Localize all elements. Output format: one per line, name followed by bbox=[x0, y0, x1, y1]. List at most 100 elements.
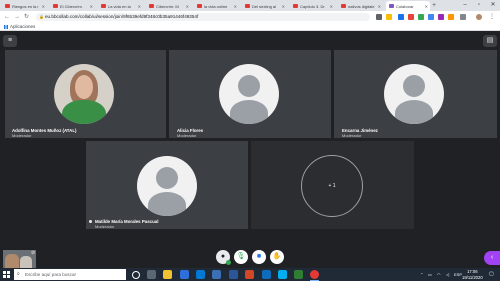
participant-role: Moderador bbox=[177, 133, 197, 138]
browser-tab-bar: Riesgos en la r ✕ El Cibercrim ✕ La vida… bbox=[0, 0, 500, 11]
volume-icon[interactable]: ◁ bbox=[446, 268, 449, 281]
extension-icon[interactable] bbox=[448, 14, 454, 20]
extension-icon[interactable] bbox=[418, 14, 424, 20]
task-view-icon[interactable] bbox=[147, 270, 156, 279]
tab-title: Del sexting al bbox=[252, 3, 277, 9]
back-icon[interactable]: ← bbox=[4, 13, 10, 21]
tab-title: Cibercrim: M bbox=[156, 3, 179, 9]
bookmark-apps[interactable]: Aplicaciones bbox=[4, 24, 35, 29]
lock-icon: 🔒 bbox=[39, 14, 44, 19]
browser-tab[interactable]: Riesgos en la r ✕ bbox=[2, 1, 47, 11]
extension-icon[interactable] bbox=[428, 14, 434, 20]
browser-tab-active[interactable]: Colaborar ✕ bbox=[386, 1, 430, 11]
blackboard-icon bbox=[389, 4, 394, 8]
taskbar-search-input[interactable]: ⌕ Escribe aquí para buscar bbox=[14, 269, 126, 280]
youtube-icon bbox=[245, 4, 250, 8]
browser-tab[interactable]: Cibercrim: M ✕ bbox=[146, 1, 191, 11]
participant-tile[interactable]: Alicia Flores Moderador bbox=[169, 50, 331, 138]
youtube-icon bbox=[293, 4, 298, 8]
word-icon[interactable] bbox=[229, 270, 238, 279]
youtube-icon bbox=[197, 4, 202, 8]
camera-icon: ■ bbox=[256, 253, 262, 260]
app-icon[interactable] bbox=[212, 270, 221, 279]
status-badge bbox=[226, 260, 231, 265]
wifi-icon[interactable]: ◠ bbox=[437, 268, 441, 281]
tab-title: El Cibercrim bbox=[60, 3, 82, 9]
close-window-icon[interactable]: ✕ bbox=[486, 0, 500, 11]
chrome-icon[interactable] bbox=[310, 270, 319, 279]
participant-tile[interactable]: Matilde María Morales Pascual Moderador bbox=[86, 141, 248, 229]
puzzle-icon[interactable] bbox=[460, 14, 466, 20]
extension-icon[interactable] bbox=[438, 14, 444, 20]
app-icon[interactable] bbox=[294, 270, 303, 279]
skype-icon[interactable] bbox=[278, 270, 287, 279]
star-icon[interactable] bbox=[386, 14, 392, 20]
close-icon[interactable]: ✕ bbox=[425, 4, 428, 9]
participant-role: Moderador bbox=[12, 133, 32, 138]
url-text: eu.bbcollab.com/collab/ui/session/join/9… bbox=[45, 14, 199, 19]
cortana-icon[interactable] bbox=[132, 271, 140, 279]
browser-tab[interactable]: El Cibercrim ✕ bbox=[50, 1, 95, 11]
key-icon[interactable] bbox=[376, 14, 382, 20]
extension-icon[interactable] bbox=[408, 14, 414, 20]
collaborate-panel-icon[interactable]: ▤ bbox=[483, 35, 497, 47]
search-icon: ⌕ bbox=[17, 271, 20, 277]
close-icon[interactable]: ✕ bbox=[90, 4, 93, 9]
new-tab-icon[interactable]: + bbox=[432, 1, 436, 10]
tab-title: Colaborar bbox=[396, 3, 414, 9]
clock-date: 19/11/2020 bbox=[462, 274, 483, 280]
participant-tile[interactable]: Encarna Jiménez Moderador bbox=[334, 50, 497, 138]
open-panel-button[interactable]: ‹ bbox=[484, 251, 500, 265]
my-status-button[interactable]: ● bbox=[216, 250, 231, 265]
taskbar-clock[interactable]: 17:06 19/11/2020 bbox=[462, 269, 483, 280]
microphone-button[interactable]: 🎙 bbox=[234, 250, 248, 264]
url-field[interactable]: 🔒 eu.bbcollab.com/collab/ui/session/join… bbox=[36, 13, 370, 21]
maximize-icon[interactable]: ▫ bbox=[472, 0, 486, 11]
close-icon[interactable]: ✕ bbox=[282, 4, 285, 9]
raise-hand-button[interactable]: ✋ bbox=[270, 250, 284, 264]
browser-tab[interactable]: nativos digitale ✕ bbox=[338, 1, 383, 11]
notifications-icon[interactable]: ▢ bbox=[489, 268, 494, 281]
default-avatar-icon bbox=[137, 156, 197, 216]
browser-tab[interactable]: Capítulo 3. Dr ✕ bbox=[290, 1, 335, 11]
outlook-icon[interactable] bbox=[262, 270, 271, 279]
windows-start-icon[interactable] bbox=[3, 271, 10, 278]
forward-icon[interactable]: → bbox=[14, 13, 20, 21]
tray-chevron-icon[interactable]: ⌃ bbox=[420, 268, 423, 281]
extension-icon[interactable] bbox=[398, 14, 404, 20]
language-icon[interactable]: ESP bbox=[454, 268, 462, 281]
tab-title: La vida en la bbox=[108, 3, 131, 9]
store-icon[interactable] bbox=[196, 270, 205, 279]
network-icon[interactable]: ▭ bbox=[428, 268, 432, 281]
close-icon[interactable]: ✕ bbox=[234, 4, 237, 9]
edge-icon[interactable] bbox=[180, 270, 189, 279]
apps-grid-icon bbox=[4, 24, 8, 29]
browser-tab[interactable]: Del sexting al ✕ bbox=[242, 1, 287, 11]
more-participants-tile[interactable]: + 1 bbox=[251, 141, 414, 229]
close-icon[interactable]: ✕ bbox=[138, 4, 141, 9]
close-icon[interactable]: ✕ bbox=[186, 4, 189, 9]
browser-tab[interactable]: La vida en la ✕ bbox=[98, 1, 143, 11]
chevron-left-icon: ‹ bbox=[490, 254, 494, 261]
profile-avatar[interactable] bbox=[476, 14, 482, 20]
menu-kebab-icon[interactable]: ⋮ bbox=[489, 13, 495, 21]
powerpoint-icon[interactable] bbox=[245, 270, 254, 279]
tab-title: la vida online bbox=[204, 3, 228, 9]
reload-icon[interactable]: ↻ bbox=[24, 13, 29, 21]
browser-tab[interactable]: la vida online ✕ bbox=[194, 1, 239, 11]
session-menu-icon[interactable]: ≡ bbox=[3, 35, 17, 47]
minimize-icon[interactable]: – bbox=[458, 0, 472, 11]
camera-button[interactable]: ■ bbox=[252, 250, 266, 264]
close-icon[interactable]: ✕ bbox=[42, 4, 45, 9]
participant-tile[interactable]: Adolfina Montes Muñoz (ATAL) Moderador bbox=[5, 50, 166, 138]
close-icon[interactable]: ✕ bbox=[378, 4, 381, 9]
default-avatar-icon bbox=[219, 64, 279, 124]
microphone-icon: 🎙 bbox=[236, 253, 246, 260]
file-explorer-icon[interactable] bbox=[163, 270, 172, 279]
tab-title: nativos digitale bbox=[348, 3, 375, 9]
tab-title: Riesgos en la r bbox=[12, 3, 39, 9]
session-controls: ● 🎙 ■ ✋ bbox=[216, 250, 284, 265]
tab-title: Capítulo 3. Dr bbox=[300, 3, 325, 9]
hide-self-view-icon[interactable]: ⊘ bbox=[31, 250, 35, 256]
close-icon[interactable]: ✕ bbox=[330, 4, 333, 9]
